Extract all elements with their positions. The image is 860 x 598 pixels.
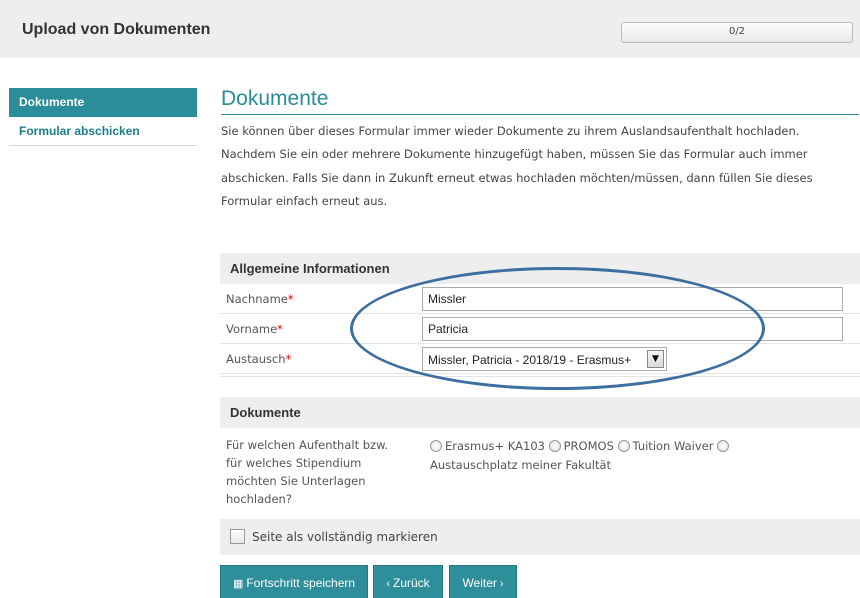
back-button[interactable]: ‹ Zurück bbox=[373, 565, 443, 598]
back-label: Zurück bbox=[392, 576, 430, 590]
radio-austauschplatz[interactable] bbox=[717, 440, 730, 452]
mark-complete-label[interactable]: Seite als vollständig markieren bbox=[252, 530, 438, 544]
austausch-label: Austausch* bbox=[226, 352, 291, 366]
radio-promos[interactable] bbox=[548, 440, 561, 452]
next-button[interactable]: Weiter › bbox=[449, 565, 517, 598]
radio-erasmus[interactable] bbox=[430, 440, 442, 452]
nachname-input[interactable] bbox=[422, 287, 843, 311]
general-info-heading: Allgemeine Informationen bbox=[220, 253, 860, 284]
page-header: Upload von Dokumenten 0/2 bbox=[0, 0, 860, 58]
required-marker: * bbox=[285, 352, 292, 366]
austausch-label-text: Austausch bbox=[226, 352, 286, 366]
vorname-label: Vorname* bbox=[226, 322, 283, 336]
form-row-nachname: Nachname* bbox=[220, 285, 860, 314]
save-progress-button[interactable]: ▦ Fortschritt speichern bbox=[220, 565, 368, 598]
save-icon: ▦ bbox=[232, 578, 244, 590]
progress-text: 0/2 bbox=[728, 26, 746, 37]
save-progress-label: Fortschritt speichern bbox=[246, 576, 356, 590]
form-row-vorname: Vorname* bbox=[220, 315, 860, 344]
page-title: Upload von Dokumenten bbox=[22, 21, 211, 38]
radio-tuition-waiver-label[interactable]: Tuition Waiver bbox=[633, 439, 714, 453]
section-title: Dokumente bbox=[221, 87, 329, 110]
chevron-left-icon: ‹ bbox=[386, 578, 390, 590]
documents-question: Für welchen Aufenthalt bzw. für welches … bbox=[226, 438, 389, 506]
vorname-label-text: Vorname bbox=[226, 322, 278, 336]
austausch-selected-value: Missler, Patricia - 2018/19 - Erasmus+ bbox=[428, 353, 632, 367]
sidebar-item-dokumente[interactable]: Dokumente bbox=[9, 88, 197, 117]
sidebar-item-formular-abschicken[interactable]: Formular abschicken bbox=[9, 117, 197, 146]
vorname-input[interactable] bbox=[422, 317, 843, 341]
scholarship-options: Erasmus+ KA103 PROMOS Tuition Waiver Aus… bbox=[430, 437, 810, 475]
radio-erasmus-label[interactable]: Erasmus+ KA103 bbox=[445, 439, 545, 453]
next-label: Weiter bbox=[462, 576, 497, 590]
radio-tuition-waiver[interactable] bbox=[617, 440, 630, 452]
sidebar-nav: Dokumente Formular abschicken bbox=[9, 88, 197, 146]
nachname-label-text: Nachname bbox=[226, 292, 288, 306]
nachname-label: Nachname* bbox=[226, 292, 294, 306]
intro-text: Sie können über dieses Formular immer wi… bbox=[221, 124, 813, 208]
radio-austauschplatz-label[interactable]: Austauschplatz meiner Fakultät bbox=[430, 458, 611, 472]
mark-complete-row: Seite als vollständig markieren bbox=[220, 519, 860, 555]
form-row-austausch: Austausch* Missler, Patricia - 2018/19 -… bbox=[220, 345, 860, 374]
chevron-down-icon[interactable]: ▼ bbox=[647, 350, 664, 368]
required-marker: * bbox=[287, 292, 294, 306]
required-marker: * bbox=[277, 322, 283, 336]
mark-complete-checkbox[interactable] bbox=[230, 529, 245, 544]
progress-bar: 0/2 bbox=[621, 22, 853, 43]
section-divider bbox=[220, 376, 860, 377]
title-divider bbox=[221, 114, 859, 115]
radio-promos-label[interactable]: PROMOS bbox=[564, 439, 614, 453]
chevron-right-icon: › bbox=[499, 578, 504, 590]
documents-heading: Dokumente bbox=[220, 397, 860, 428]
austausch-select[interactable]: Missler, Patricia - 2018/19 - Erasmus+ ▼ bbox=[422, 347, 667, 371]
